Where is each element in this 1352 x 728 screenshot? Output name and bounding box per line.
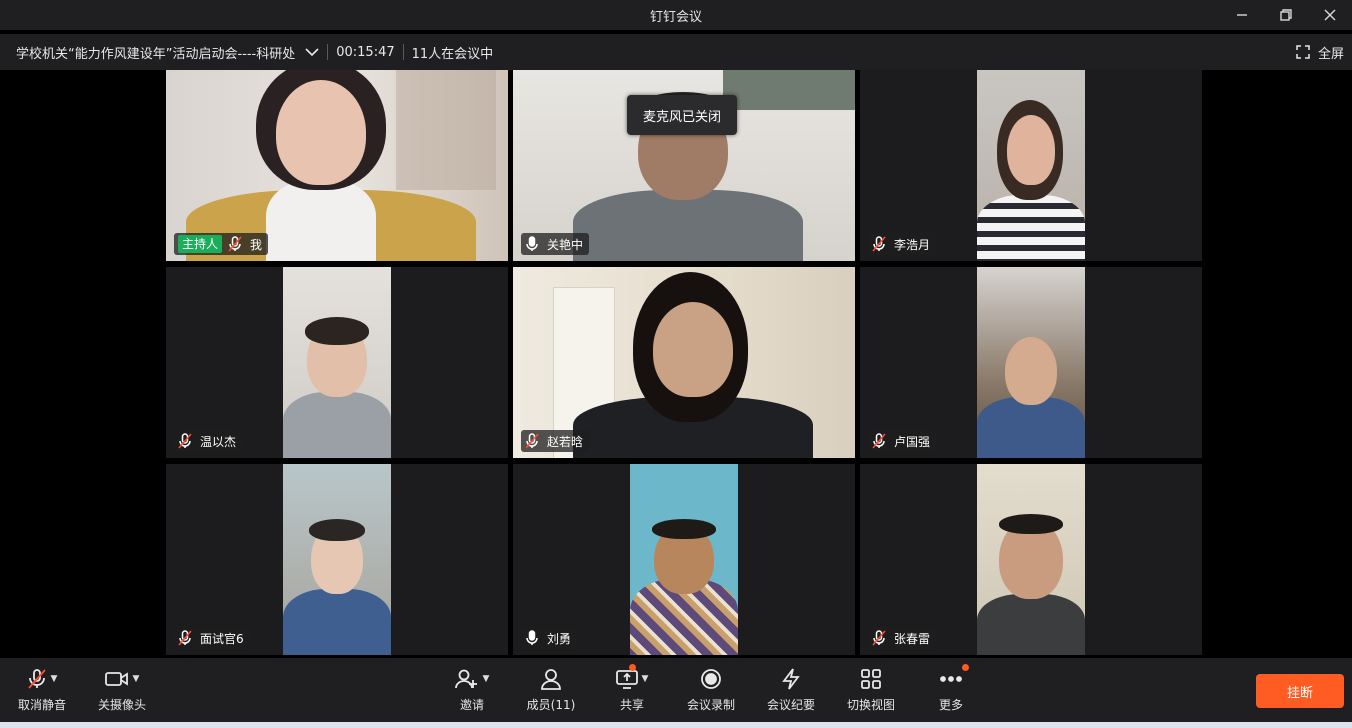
members-icon xyxy=(541,669,561,690)
switch-view-button[interactable]: 切换视图 xyxy=(831,666,911,718)
participant-name: 面试官6 xyxy=(200,631,244,646)
window-title: 钉钉会议 xyxy=(649,9,702,25)
mic-icon xyxy=(525,236,541,252)
hangup-button[interactable]: 挂断 xyxy=(1256,674,1344,708)
unmute-label: 取消静音 xyxy=(17,698,66,712)
participant-label: 刘勇 xyxy=(521,627,578,649)
share-screen-icon xyxy=(615,670,638,689)
close-icon xyxy=(1324,9,1336,21)
participant-label: 温以杰 xyxy=(174,430,243,452)
video-feed xyxy=(977,464,1085,655)
share-button[interactable]: ▼ 共享 xyxy=(592,664,672,718)
participant-label: 面试官6 xyxy=(174,627,250,649)
participant-name: 赵若晗 xyxy=(547,434,584,449)
participant-label: 卢国强 xyxy=(868,430,937,452)
camera-off-button[interactable]: ▼ 关摄像头 xyxy=(82,666,162,718)
members-label: 成员(11) xyxy=(526,698,576,712)
host-badge: 主持人 xyxy=(178,235,223,253)
mic-muted-icon xyxy=(27,669,46,689)
caret-down-icon[interactable]: ▼ xyxy=(51,674,58,684)
fullscreen-label: 全屏 xyxy=(1317,46,1344,62)
participant-label: 李浩月 xyxy=(868,233,937,255)
grid-view-icon xyxy=(861,669,881,689)
mic-icon xyxy=(525,630,541,646)
share-label: 共享 xyxy=(619,698,644,712)
record-button[interactable]: 会议录制 xyxy=(671,666,751,718)
video-feed xyxy=(283,464,391,655)
invite-button[interactable]: ▼ 邀请 xyxy=(432,666,512,718)
members-button[interactable]: 成员(11) xyxy=(511,666,591,718)
video-feed xyxy=(977,267,1085,458)
meeting-info-bar: 学校机关“能力作风建设年”活动启动会----科研处 00:15:47 11人在会… xyxy=(0,34,1352,70)
divider xyxy=(327,44,329,60)
add-user-icon xyxy=(454,669,477,689)
participant-label: 张春雷 xyxy=(868,627,937,649)
camera-icon xyxy=(104,672,128,686)
participant-tile[interactable]: 卢国强 xyxy=(860,267,1202,458)
lightning-icon xyxy=(782,668,800,690)
minimize-button[interactable] xyxy=(1220,0,1264,30)
mic-muted-icon xyxy=(525,433,541,449)
chevron-down-icon[interactable] xyxy=(305,47,319,57)
record-icon xyxy=(701,669,721,689)
more-label: 更多 xyxy=(938,698,963,712)
minutes-label: 会议纪要 xyxy=(766,698,815,712)
attendance-count[interactable]: 11人在会议中 xyxy=(412,43,494,62)
record-label: 会议录制 xyxy=(686,698,735,712)
divider xyxy=(402,44,404,60)
mic-off-tooltip: 麦克风已关闭 xyxy=(627,95,737,135)
participant-tile[interactable]: 刘勇 xyxy=(513,464,855,655)
bottom-toolbar: ▼ 取消静音 ▼ 关摄像头 ▼ 邀请 成员(11) ▼ 共享 会议录制 会议纪要… xyxy=(0,658,1352,722)
participant-tile[interactable]: 主持人 我 xyxy=(166,70,508,261)
participant-label: 关艳中 xyxy=(521,233,590,255)
caret-down-icon[interactable]: ▼ xyxy=(133,674,140,684)
camera-off-label: 关摄像头 xyxy=(97,698,146,712)
video-feed xyxy=(283,267,391,458)
participant-label: 赵若晗 xyxy=(521,430,590,452)
participant-name: 关艳中 xyxy=(547,237,584,252)
mic-muted-icon xyxy=(178,630,194,646)
minutes-button[interactable]: 会议纪要 xyxy=(751,666,831,718)
participant-tile[interactable]: 温以杰 xyxy=(166,267,508,458)
meeting-name: 学校机关“能力作风建设年”活动启动会----科研处 xyxy=(16,46,296,62)
close-button[interactable] xyxy=(1308,0,1352,30)
participant-name: 刘勇 xyxy=(547,631,572,646)
more-icon xyxy=(940,676,962,682)
os-taskbar xyxy=(0,722,1352,728)
mic-muted-icon xyxy=(872,236,888,252)
unmute-button[interactable]: ▼ 取消静音 xyxy=(2,666,82,718)
window-controls xyxy=(1220,0,1352,30)
fullscreen-button[interactable]: 全屏 xyxy=(1296,43,1344,62)
switch-view-label: 切换视图 xyxy=(846,698,895,712)
caret-down-icon[interactable]: ▼ xyxy=(483,674,490,684)
minimize-icon xyxy=(1237,14,1247,16)
restore-icon xyxy=(1280,9,1292,21)
participant-name: 张春雷 xyxy=(894,631,931,646)
restore-button[interactable] xyxy=(1264,0,1308,30)
participant-tile[interactable]: 李浩月 xyxy=(860,70,1202,261)
participant-name: 卢国强 xyxy=(894,434,931,449)
participant-tile[interactable]: 面试官6 xyxy=(166,464,508,655)
title-bar: 钉钉会议 xyxy=(0,0,1352,30)
mic-muted-icon xyxy=(872,433,888,449)
meeting-timer: 00:15:47 xyxy=(336,44,395,60)
mic-muted-icon xyxy=(178,433,194,449)
participant-tile[interactable]: 赵若晗 xyxy=(513,267,855,458)
video-feed xyxy=(977,70,1085,261)
more-button[interactable]: 更多 xyxy=(911,664,991,718)
participant-label: 主持人 我 xyxy=(174,233,269,255)
mic-muted-icon xyxy=(872,630,888,646)
video-grid: 主持人 我 关艳中 李浩月 温以杰 赵若晗 卢国强 面试官6 刘勇 张春雷 xyxy=(0,70,1352,658)
participant-name: 我 xyxy=(250,237,263,252)
notification-dot xyxy=(962,664,969,671)
mic-muted-icon xyxy=(228,236,244,252)
video-feed xyxy=(630,464,738,655)
invite-label: 邀请 xyxy=(459,698,484,712)
caret-down-icon[interactable]: ▼ xyxy=(642,674,649,684)
participant-name: 温以杰 xyxy=(200,434,237,449)
fullscreen-icon xyxy=(1296,45,1310,59)
participant-tile[interactable]: 张春雷 xyxy=(860,464,1202,655)
participant-name: 李浩月 xyxy=(894,237,931,252)
